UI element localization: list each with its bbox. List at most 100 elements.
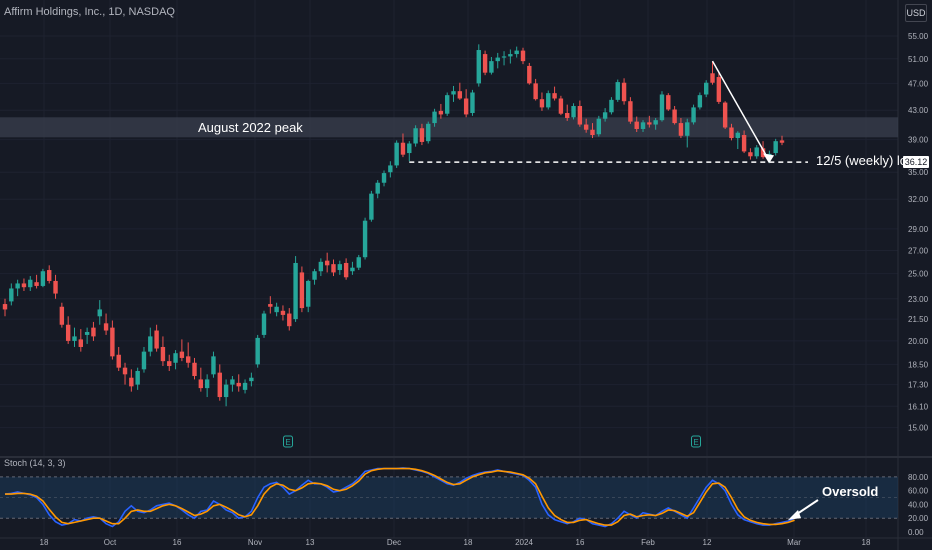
candle-body [299, 272, 305, 309]
candle-body [34, 282, 39, 286]
candle-body [754, 147, 759, 157]
candle-body [539, 99, 545, 108]
candle-body [583, 124, 589, 130]
price-chart[interactable]: E E 15.00 16.10 17.30 18.50 20.00 21.50 23.00 25.… [0, 0, 932, 550]
candle-body [148, 336, 153, 352]
candle-body [426, 123, 431, 142]
candle-body [621, 82, 627, 102]
candle-body [318, 261, 324, 272]
candle-body [217, 372, 222, 398]
candle-body [773, 141, 778, 154]
candle-body [640, 122, 646, 129]
candle-body [91, 327, 96, 337]
candle-body [2, 304, 8, 310]
stoch-tick-label: 40.00 [908, 500, 929, 509]
candle-body [596, 118, 602, 135]
price-tick-label: 25.00 [908, 270, 929, 279]
time-tick-label: 12 [703, 538, 712, 547]
candle-body [722, 102, 728, 128]
candle-body [647, 122, 652, 125]
price-tick-label: 20.00 [908, 337, 929, 346]
earnings-marker-letter: E [693, 438, 698, 447]
candle-body [432, 111, 437, 124]
candle-body [362, 220, 368, 258]
price-tick-label: 15.00 [908, 424, 929, 433]
stoch-label: Stoch (14, 3, 3) [4, 458, 66, 468]
time-tick-label: 16 [173, 538, 182, 547]
last-price-tag: 36.12 [903, 156, 929, 168]
candle-body [59, 306, 65, 325]
candle-body [735, 132, 740, 139]
candle-body [748, 152, 753, 157]
candle-body [634, 121, 639, 129]
time-tick-label: 18 [40, 538, 49, 547]
candle-body [419, 128, 425, 142]
candle-body [463, 98, 469, 115]
stoch-tick-label: 60.00 [908, 487, 929, 496]
stoch-tick-label: 80.00 [908, 473, 929, 482]
candle-body [710, 73, 715, 83]
candle-body [729, 127, 734, 139]
candle-body [306, 280, 311, 307]
resistance-zone [0, 117, 898, 138]
currency-button[interactable]: USD [905, 4, 927, 22]
candle-body [672, 109, 677, 124]
candle-body [268, 304, 273, 307]
symbol-title: Affirm Holdings, Inc., 1D, NASDAQ [4, 6, 175, 18]
candle-body [501, 56, 507, 58]
candle-body [154, 330, 159, 349]
candle-body [451, 91, 456, 95]
candle-body [685, 122, 690, 136]
candle-body [527, 65, 532, 84]
price-tick-label: 43.00 [908, 106, 929, 115]
stoch-tick-label: 20.00 [908, 514, 929, 523]
candle-body [628, 101, 633, 122]
chart-background [0, 0, 932, 550]
price-tick-label: 47.00 [908, 79, 929, 88]
price-tick-label: 23.00 [908, 295, 929, 304]
time-tick-label: Feb [641, 538, 655, 547]
candle-body [97, 309, 102, 317]
oversold-label: Oversold [822, 484, 879, 499]
earnings-marker-letter: E [285, 438, 290, 447]
candle-body [369, 193, 374, 220]
price-tick-label: 21.50 [908, 315, 929, 324]
candle-body [444, 95, 450, 114]
candle-body [179, 351, 185, 358]
candle-body [741, 135, 747, 152]
candle-body [666, 95, 671, 110]
candle-body [21, 283, 27, 288]
candle-body [261, 313, 267, 335]
candle-body [53, 280, 58, 294]
candle-body [400, 142, 406, 155]
candle-body [65, 324, 71, 341]
candle-body [192, 362, 197, 377]
candle-body [381, 173, 387, 183]
candle-body [495, 57, 500, 62]
candle-body [141, 351, 147, 370]
candle-body [438, 110, 444, 115]
candle-body [287, 313, 292, 327]
candle-body [577, 106, 583, 125]
candle-body [167, 361, 172, 367]
candle-body [375, 182, 380, 194]
candle-body [337, 264, 343, 271]
candle-body [659, 94, 665, 121]
time-tick-label: 18 [862, 538, 871, 547]
candle-body [173, 353, 178, 363]
candle-body [552, 93, 557, 99]
price-tick-label: 39.00 [908, 136, 929, 145]
candle-body [565, 113, 570, 118]
candle-body [476, 50, 481, 84]
price-tick-label: 35.00 [908, 168, 929, 177]
low-label: 12/5 (weekly) low [816, 153, 917, 168]
candle-body [324, 260, 330, 266]
candle-body [703, 82, 709, 95]
time-tick-label: 18 [464, 538, 473, 547]
candle-body [312, 271, 317, 280]
candle-body [343, 262, 349, 278]
candle-body [779, 140, 785, 143]
candle-body [160, 346, 166, 362]
candle-body [103, 323, 109, 331]
candle-body [236, 382, 241, 387]
